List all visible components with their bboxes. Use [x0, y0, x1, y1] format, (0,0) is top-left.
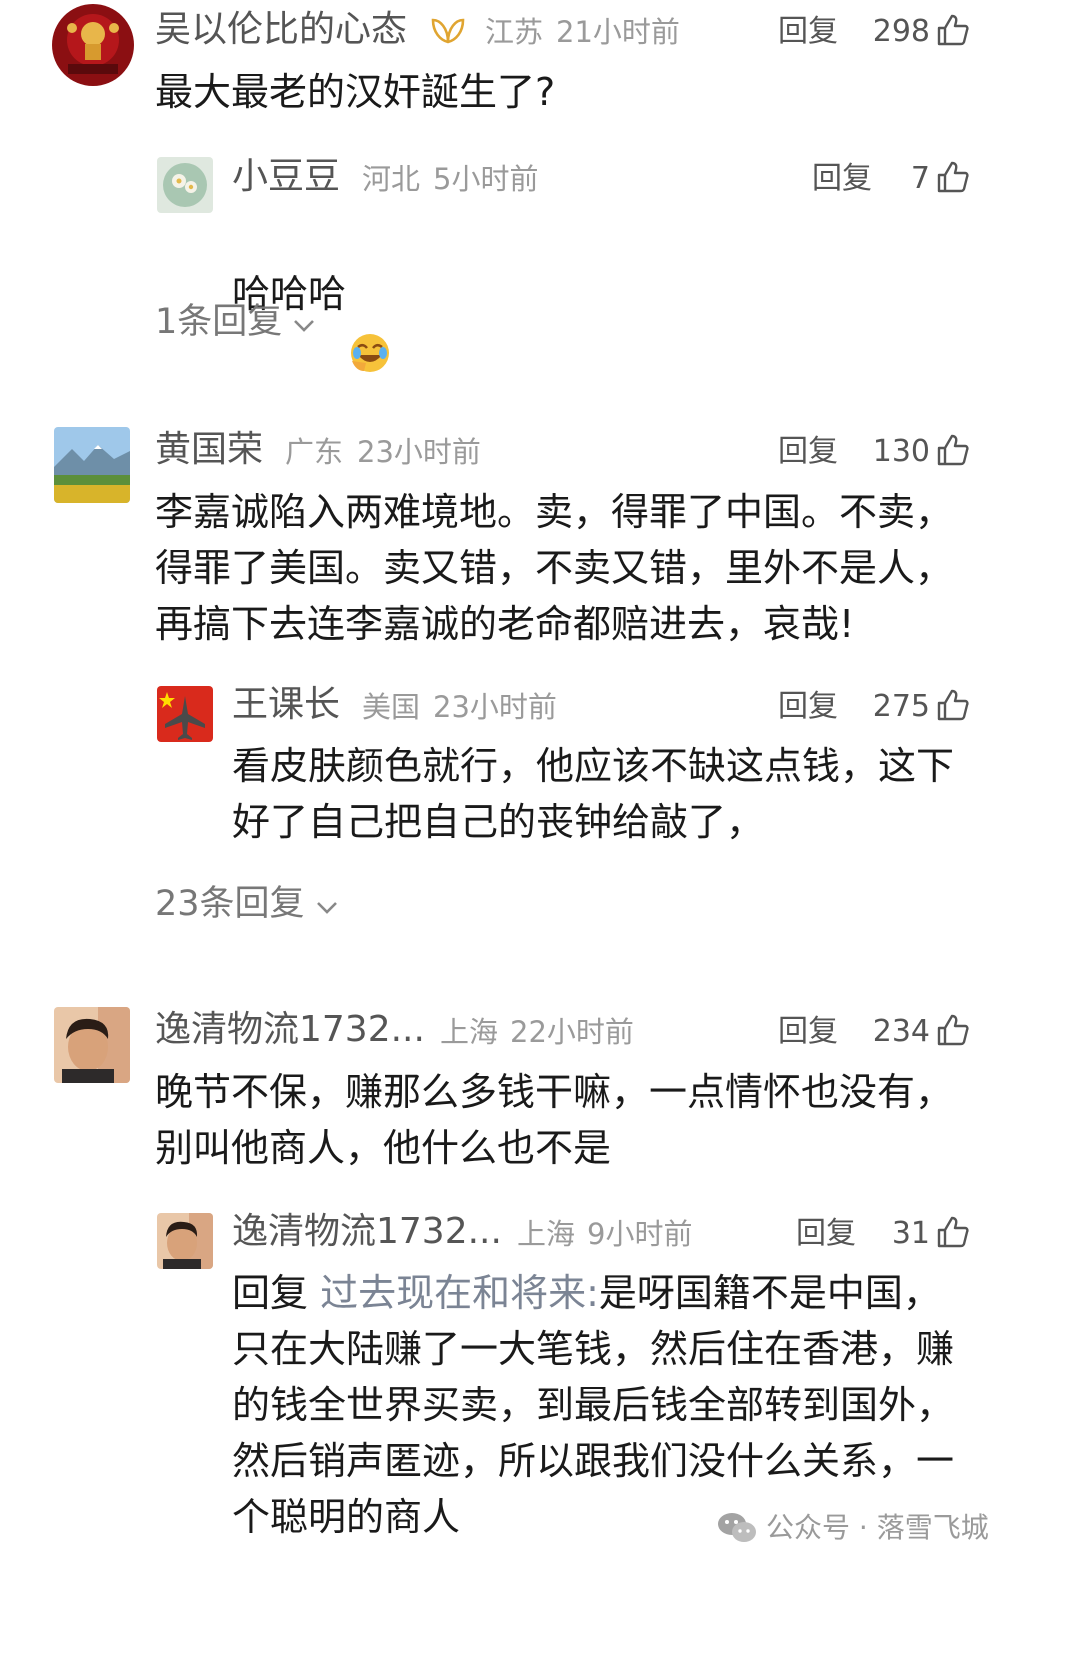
vip-badge-icon: [430, 16, 466, 46]
comment-author[interactable]: 吴以伦比的心态: [155, 8, 407, 52]
comment-location: 上海: [517, 1217, 576, 1251]
chevron-down-icon: [292, 299, 316, 347]
comment-author[interactable]: 黄国荣: [155, 428, 263, 472]
avatar[interactable]: [54, 427, 130, 503]
reply-button[interactable]: 回复: [778, 1010, 838, 1054]
comment-location: 上海: [440, 1015, 499, 1049]
like-count: 275: [872, 689, 930, 724]
reply-button[interactable]: 回复: [796, 1212, 856, 1256]
like-count: 31: [891, 1216, 930, 1251]
reply-to-user[interactable]: 过去现在和将来:: [320, 1271, 599, 1315]
comment-location: 江苏: [485, 15, 544, 49]
comment-location: 美国: [362, 690, 421, 724]
reply-button[interactable]: 回复: [778, 10, 838, 54]
thumbs-up-icon[interactable]: [936, 1215, 970, 1249]
like-count: 7: [910, 161, 930, 196]
comment-location: 河北: [362, 162, 421, 196]
expand-replies-button[interactable]: 23条回复: [155, 880, 339, 929]
comment-time: 22小时前: [510, 1015, 634, 1049]
comment-text: 李嘉诚陷入两难境地。卖，得罪了中国。不卖， 得罪了美国。卖又错，不卖又错，里外不…: [155, 490, 954, 646]
comment-time: 21小时前: [556, 15, 680, 49]
expand-replies-button[interactable]: 1条回复: [155, 298, 316, 347]
wechat-icon: [716, 1510, 758, 1546]
comment-author[interactable]: 逸清物流1732...: [232, 1210, 502, 1254]
laughing-emoji-icon: [348, 275, 392, 372]
thumbs-up-icon[interactable]: [936, 433, 970, 467]
avatar[interactable]: [157, 686, 213, 742]
comment-text: 看皮肤颜色就行，他应该不缺这点钱，这下 好了自己把自己的丧钟给敲了，: [232, 744, 955, 844]
comment-author[interactable]: 王课长: [232, 683, 340, 727]
reply-button[interactable]: 回复: [778, 430, 838, 474]
avatar[interactable]: [157, 157, 213, 213]
comment-location: 广东: [285, 435, 344, 469]
comment-text: 回复 过去现在和将来:是呀国籍不是中国， 只在大陆赚了一大笔钱，然后住在香港，赚…: [232, 1265, 992, 1545]
like-count: 298: [872, 14, 930, 49]
comment-time: 23小时前: [433, 690, 557, 724]
more-replies-label: 23条回复: [155, 884, 305, 924]
avatar[interactable]: [157, 1213, 213, 1269]
comment-text: 晚节不保，赚那么多钱干嘛，一点情怀也没有， 别叫他商人，他什么也不是: [155, 1070, 954, 1170]
chevron-down-icon: [315, 881, 339, 929]
avatar[interactable]: [54, 1007, 130, 1083]
comment-text: 最大最老的汉奸誕生了?: [155, 70, 556, 114]
comment-time: 23小时前: [357, 435, 481, 469]
reply-button[interactable]: 回复: [812, 157, 872, 201]
reply-prefix: 回复: [232, 1271, 321, 1315]
comment-author[interactable]: 逸清物流1732...: [155, 1008, 425, 1052]
thumbs-up-icon[interactable]: [936, 688, 970, 722]
like-count: 234: [872, 1014, 930, 1049]
avatar[interactable]: [52, 4, 134, 86]
watermark: 公众号 · 落雪飞城: [766, 1511, 989, 1544]
thumbs-up-icon[interactable]: [936, 160, 970, 194]
comment-time: 5小时前: [433, 162, 539, 196]
thumbs-up-icon[interactable]: [936, 13, 970, 47]
reply-button[interactable]: 回复: [778, 685, 838, 729]
comment-time: 9小时前: [587, 1217, 693, 1251]
more-replies-label: 1条回复: [155, 302, 283, 342]
thumbs-up-icon[interactable]: [936, 1013, 970, 1047]
comment-author[interactable]: 小豆豆: [232, 155, 340, 199]
like-count: 130: [872, 434, 930, 469]
